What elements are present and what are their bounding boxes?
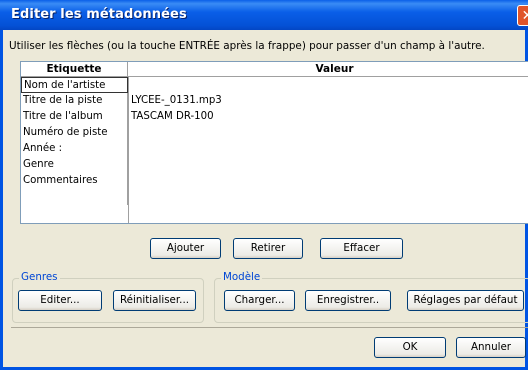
value-cell[interactable] [128,173,528,189]
label-cell[interactable]: Numéro de piste [21,125,128,141]
genres-legend: Genres [19,271,60,283]
metadata-table: Etiquette Valeur Nom de l'artiste Titre … [20,61,528,224]
value-cell[interactable] [128,77,528,93]
save-model-button[interactable]: Enregistrer.. [305,290,391,311]
model-legend: Modèle [221,271,263,283]
table-header: Etiquette Valeur [21,62,528,77]
value-cell[interactable] [128,141,528,157]
label-cell[interactable]: Genre [21,157,128,173]
table-row[interactable]: Titre de la piste LYCEE-_0131.mp3 [21,93,528,109]
close-icon[interactable]: ✕ [517,5,528,26]
label-cell[interactable]: Année : [21,141,128,157]
edit-genres-button[interactable]: Editer... [18,290,102,311]
table-row[interactable]: Année : [21,141,528,157]
label-cell[interactable]: Nom de l'artiste [21,77,128,93]
remove-button[interactable]: Retirer [233,238,303,259]
value-cell[interactable]: LYCEE-_0131.mp3 [128,93,528,109]
label-cell[interactable]: Commentaires [21,173,128,189]
value-cell[interactable] [128,157,528,173]
default-settings-button[interactable]: Réglages par défaut [407,290,524,311]
table-row[interactable]: Nom de l'artiste [21,77,528,93]
label-cell[interactable] [21,189,128,205]
add-button[interactable]: Ajouter [150,238,221,259]
reset-genres-button[interactable]: Réinitialiser... [113,290,196,311]
cancel-button[interactable]: Annuler [456,337,526,358]
table-row[interactable]: Commentaires [21,173,528,189]
table-row[interactable]: Titre de l'album TASCAM DR-100 [21,109,528,125]
column-header-label[interactable]: Etiquette [21,62,128,76]
table-row[interactable]: Genre [21,157,528,173]
load-model-button[interactable]: Charger... [224,290,295,311]
column-header-value[interactable]: Valeur [128,62,528,76]
clear-button[interactable]: Effacer [320,238,403,259]
title-bar[interactable]: Editer les métadonnées ✕ [0,0,528,30]
instruction-text: Utiliser les flèches (ou la touche ENTRÉ… [9,40,485,52]
separator [11,327,528,328]
value-cell[interactable] [128,125,528,141]
table-row[interactable] [21,189,528,205]
metadata-dialog: Editer les métadonnées ✕ Utiliser les fl… [0,0,528,370]
label-cell[interactable]: Titre de l'album [21,109,128,125]
value-cell[interactable]: TASCAM DR-100 [128,109,528,125]
value-cell[interactable] [128,189,528,205]
table-row[interactable]: Numéro de piste [21,125,528,141]
label-cell[interactable]: Titre de la piste [21,93,128,109]
window-title: Editer les métadonnées [11,7,187,22]
ok-button[interactable]: OK [374,337,446,358]
